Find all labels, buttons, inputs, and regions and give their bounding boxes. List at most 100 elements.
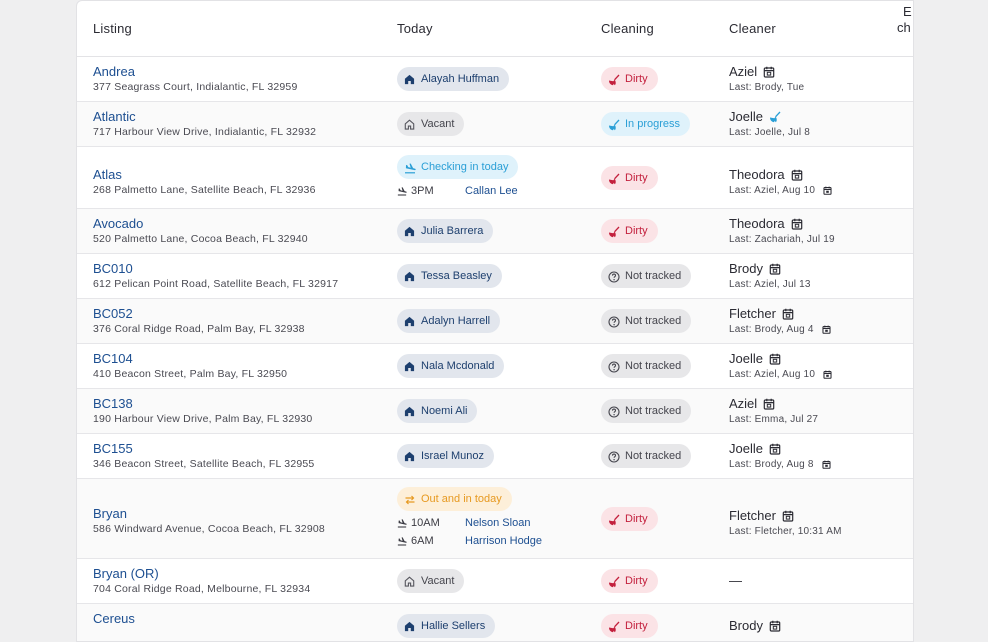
schedule-calendar-icon[interactable] — [769, 353, 781, 365]
col-cleaning[interactable]: Cleaning — [601, 21, 654, 36]
listing-name[interactable]: BC155 — [93, 441, 133, 456]
cleaner-name[interactable]: Joelle — [729, 351, 781, 366]
broom-icon — [608, 226, 620, 237]
table-row[interactable]: Cereus Hallie Sellers Dirty Brody — [77, 604, 913, 641]
table-row[interactable]: BC052 376 Coral Ridge Road, Palm Bay, FL … — [77, 299, 913, 344]
home-icon — [404, 621, 415, 632]
col-cleaner[interactable]: Cleaner — [729, 21, 776, 36]
cleaner-name[interactable]: Aziel — [729, 396, 775, 411]
cleaner-name[interactable]: Aziel — [729, 64, 775, 79]
listing-address: 717 Harbour View Drive, Indialantic, FL … — [93, 126, 317, 138]
today-status-pill[interactable]: Nala Mcdonald — [397, 354, 505, 378]
schedule-calendar-icon[interactable] — [769, 263, 781, 275]
cleaner-name[interactable]: Brody — [729, 618, 781, 633]
listing-name[interactable]: Andrea — [93, 64, 135, 79]
mini-calendar-icon — [823, 186, 832, 195]
home-icon — [404, 451, 415, 462]
cleaner-name[interactable]: — — [729, 573, 742, 588]
listing-address: 346 Beacon Street, Satellite Beach, FL 3… — [93, 458, 315, 470]
table-row[interactable]: BC138 190 Harbour View Drive, Palm Bay, F… — [77, 389, 913, 434]
listing-address: 586 Windward Avenue, Cocoa Beach, FL 329… — [93, 523, 325, 535]
col-today[interactable]: Today — [397, 21, 433, 36]
cleaning-status-pill[interactable]: In progress — [601, 112, 691, 136]
table-row[interactable]: Andrea 377 Seagrass Court, Indialantic, F… — [77, 57, 913, 102]
schedule-calendar-icon[interactable] — [769, 620, 781, 632]
listing-name[interactable]: Cereus — [93, 611, 135, 626]
arrival-icon — [397, 518, 407, 528]
table-row[interactable]: Atlantic 717 Harbour View Drive, Indialan… — [77, 102, 913, 147]
listing-name[interactable]: Atlas — [93, 167, 122, 182]
cleaning-status-pill[interactable]: Not tracked — [601, 309, 692, 333]
cleaning-status-pill[interactable]: Dirty — [601, 67, 658, 91]
cleaning-icon[interactable] — [769, 111, 781, 123]
arrival-guest[interactable]: Callan Lee — [465, 185, 518, 197]
today-status-pill[interactable]: Tessa Beasley — [397, 264, 502, 288]
table-row[interactable]: Avocado 520 Palmetto Lane, Cocoa Beach, F… — [77, 209, 913, 254]
listing-name[interactable]: Atlantic — [93, 109, 136, 124]
cleaning-status-pill[interactable]: Not tracked — [601, 354, 692, 378]
home-icon — [404, 226, 415, 237]
cleaning-status-pill[interactable]: Not tracked — [601, 264, 692, 288]
cleaner-name[interactable]: Theodora — [729, 167, 803, 182]
listing-name[interactable]: Avocado — [93, 216, 143, 231]
schedule-calendar-icon[interactable] — [769, 443, 781, 455]
table-row[interactable]: Bryan (OR) 704 Coral Ridge Road, Melbourn… — [77, 559, 913, 604]
broom-icon — [608, 576, 620, 587]
arrival-guest[interactable]: Harrison Hodge — [465, 535, 542, 547]
col-extra[interactable]: E ch — [897, 4, 912, 36]
schedule-calendar-icon[interactable] — [791, 218, 803, 230]
last-cleaning: Last: Zachariah, Jul 19 — [729, 234, 835, 245]
today-status-pill[interactable]: Vacant — [397, 112, 465, 136]
listing-name[interactable]: Bryan — [93, 506, 127, 521]
listing-name[interactable]: BC104 — [93, 351, 133, 366]
last-cleaning: Last: Fletcher, 10:31 AM — [729, 526, 842, 537]
last-cleaning: Last: Brody, Aug 4 — [729, 324, 831, 335]
today-status-pill[interactable]: Adalyn Harrell — [397, 309, 501, 333]
today-status-pill[interactable]: Julia Barrera — [397, 219, 494, 243]
cleaning-status-pill[interactable]: Dirty — [601, 219, 658, 243]
listing-name[interactable]: Bryan (OR) — [93, 566, 159, 581]
cleaning-status-pill[interactable]: Dirty — [601, 166, 658, 190]
cleaning-status-pill[interactable]: Dirty — [601, 569, 658, 593]
schedule-calendar-icon[interactable] — [782, 308, 794, 320]
schedule-calendar-icon[interactable] — [763, 398, 775, 410]
listing-name[interactable]: BC052 — [93, 306, 133, 321]
table-row[interactable]: BC104 410 Beacon Street, Palm Bay, FL 329… — [77, 344, 913, 389]
table-header: Listing Today Cleaning Cleaner E ch — [77, 1, 913, 57]
today-status-pill[interactable]: Alayah Huffman — [397, 67, 510, 91]
table-row[interactable]: Bryan 586 Windward Avenue, Cocoa Beach, F… — [77, 479, 913, 559]
cleaner-name[interactable]: Joelle — [729, 109, 781, 124]
cleaner-name[interactable]: Brody — [729, 261, 781, 276]
arrival-icon — [397, 186, 407, 196]
listing-address: 410 Beacon Street, Palm Bay, FL 32950 — [93, 368, 288, 380]
arrival-guest[interactable]: Nelson Sloan — [465, 517, 530, 529]
listing-name[interactable]: BC138 — [93, 396, 133, 411]
cleaner-name[interactable]: Fletcher — [729, 508, 794, 523]
cleaning-status-pill[interactable]: Not tracked — [601, 444, 692, 468]
home-outline-icon — [404, 575, 415, 587]
mini-calendar-icon — [822, 460, 831, 469]
cleaning-status-pill[interactable]: Dirty — [601, 507, 658, 531]
table-row[interactable]: BC010 612 Pelican Point Road, Satellite B… — [77, 254, 913, 299]
schedule-calendar-icon[interactable] — [763, 66, 775, 78]
listing-name[interactable]: BC010 — [93, 261, 133, 276]
cleaner-name[interactable]: Joelle — [729, 441, 781, 456]
listing-address: 190 Harbour View Drive, Palm Bay, FL 329… — [93, 413, 313, 425]
schedule-calendar-icon[interactable] — [791, 169, 803, 181]
table-row[interactable]: BC155 346 Beacon Street, Satellite Beach,… — [77, 434, 913, 479]
cleaning-status-pill[interactable]: Not tracked — [601, 399, 692, 423]
today-status-pill[interactable]: Checking in today — [397, 155, 519, 179]
col-listing[interactable]: Listing — [93, 21, 132, 36]
schedule-calendar-icon[interactable] — [782, 510, 794, 522]
table-row[interactable]: Atlas 268 Palmetto Lane, Satellite Beach,… — [77, 147, 913, 209]
today-status-pill[interactable]: Noemi Ali — [397, 399, 478, 423]
last-cleaning: Last: Aziel, Aug 10 — [729, 369, 832, 380]
cleaner-name[interactable]: Fletcher — [729, 306, 794, 321]
today-status-pill[interactable]: Out and in today — [397, 487, 512, 511]
today-status-pill[interactable]: Vacant — [397, 569, 465, 593]
listing-address: 612 Pelican Point Road, Satellite Beach,… — [93, 278, 339, 290]
cleaner-name[interactable]: Theodora — [729, 216, 803, 231]
today-status-pill[interactable]: Israel Munoz — [397, 444, 494, 468]
last-cleaning: Last: Brody, Tue — [729, 82, 805, 93]
question-icon — [608, 270, 620, 283]
